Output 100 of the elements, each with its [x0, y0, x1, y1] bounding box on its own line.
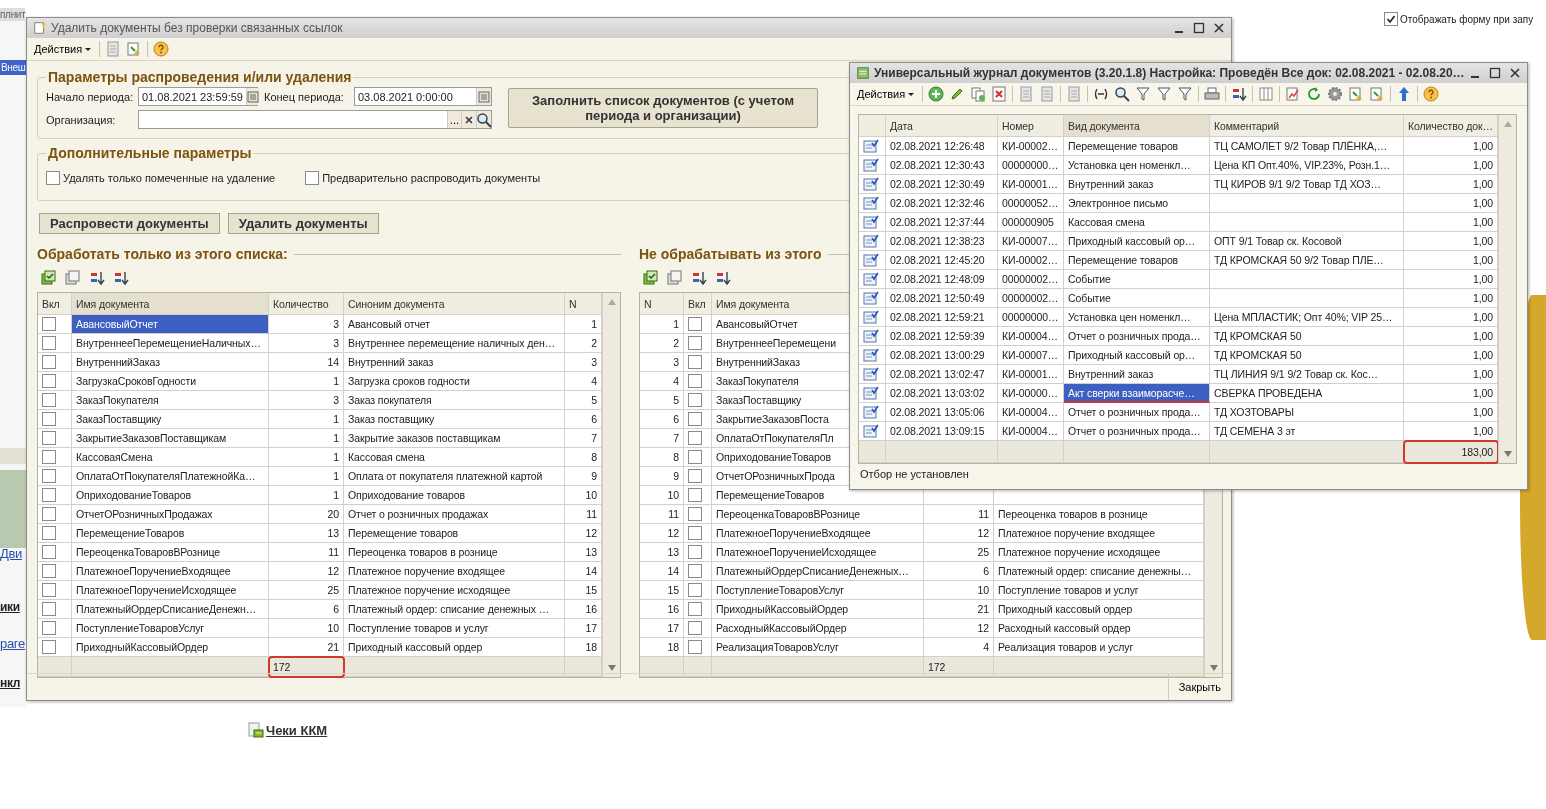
table-cell: Платежное поручение входящее	[344, 562, 565, 581]
table-cell: КИ-00002…	[998, 137, 1064, 156]
table-cell: 000000905	[998, 213, 1064, 232]
table-cell: Приходный кассовый ордер	[994, 600, 1204, 619]
table-cell: ТЦ ЛИНИЯ 9/1 9/2 Товар ск. Кос…	[1210, 365, 1404, 384]
table-cell: ПлатежныйОрдерСписаниеДенежных…	[712, 562, 924, 581]
table-cell: Авансовый отчет	[344, 315, 565, 334]
table-cell: 10	[640, 486, 684, 505]
table-cell: 8	[640, 448, 684, 467]
table-cell: РасходныйКассовыйОрдер	[712, 619, 924, 638]
table-cell: КИ-00004…	[998, 403, 1064, 422]
window-title: Удалить документы без проверки связанных ссылок	[51, 21, 344, 35]
table-cell: 21	[924, 600, 994, 619]
table-cell: 17	[640, 619, 684, 638]
table-cell: ТД ХОЗТОВАРЫ	[1210, 403, 1404, 422]
table-cell: 11	[924, 505, 994, 524]
table-cell: Расходный кассовый ордер	[994, 619, 1204, 638]
checkbox-label: Удалять только помеченные на удаление	[63, 172, 276, 184]
table-cell: Цена МПЛАСТИК; Опт 40%; VIP 25…	[1210, 308, 1404, 327]
table-cell: 183,00	[1404, 441, 1498, 463]
table-cell: КИ-00004…	[998, 327, 1064, 346]
table-cell: 12	[924, 524, 994, 543]
table-cell: Платежное поручение исходящее	[344, 581, 565, 600]
table-cell: Платежное поручение исходящее	[994, 543, 1204, 562]
table-cell: Переоценка товаров в рознице	[994, 505, 1204, 524]
table-cell: 02.08.2021 12:59:39	[886, 327, 998, 346]
group-title: Параметры распроведения и/или удаления	[47, 69, 353, 85]
checkbox-label: Отображать форму при запу	[1400, 13, 1534, 25]
field-label: Организация:	[46, 113, 117, 126]
table-cell: КИ-00001…	[998, 175, 1064, 194]
table-cell: 6	[924, 562, 994, 581]
table-cell: Поступление товаров и услуг	[344, 619, 565, 638]
table-cell: 11	[640, 505, 684, 524]
table-cell: ПлатежноеПоручениеИсходящее	[712, 543, 924, 562]
table-cell: КИ-00007…	[998, 232, 1064, 251]
table-cell: 4	[640, 372, 684, 391]
table-cell: 6	[269, 600, 344, 619]
table-cell: Платежный ордер: списание денежных …	[344, 600, 565, 619]
table-cell: 11	[269, 543, 344, 562]
table-cell: Загрузка сроков годности	[344, 372, 565, 391]
table-cell: 25	[269, 581, 344, 600]
table-cell: Поступление товаров и услуг	[994, 581, 1204, 600]
table-cell: 02.08.2021 13:05:06	[886, 403, 998, 422]
table-cell: Оприходование товаров	[344, 486, 565, 505]
table-cell: 02.08.2021 12:26:48	[886, 137, 998, 156]
window-title: Универсальный журнал документов (3.20.1.8) Настройка: Проведён Все док: 02.08.2021 - 02.08.20…	[874, 66, 1465, 80]
table-cell: 1	[269, 467, 344, 486]
table-cell: 3	[269, 334, 344, 353]
table-cell: 21	[269, 638, 344, 657]
table-cell: 15	[640, 581, 684, 600]
table-cell: Платежный ордер: списание денежны…	[994, 562, 1204, 581]
table-cell: 10	[269, 619, 344, 638]
table-cell: ТЦ САМОЛЕТ 9/2 Товар ПЛЁНКА,…	[1210, 137, 1404, 156]
table-cell: 02.08.2021 12:59:21	[886, 308, 998, 327]
table-cell: 1	[640, 315, 684, 334]
table-cell: СВЕРКА ПРОВЕДЕНА	[1210, 384, 1404, 403]
table-cell: ПлатежноеПоручениеВходящее	[712, 524, 924, 543]
table-cell: Цена КП Опт.40%, VIP.23%, Розн.1…	[1210, 156, 1404, 175]
table-cell: Внутреннее перемещение наличных ден…	[344, 334, 565, 353]
table-cell: 00000002…	[998, 289, 1064, 308]
table-cell: ПриходныйКассовыйОрдер	[712, 600, 924, 619]
field-label: Конец периода:	[263, 90, 345, 103]
table-cell: Заказ поставщику	[344, 410, 565, 429]
table-cell: 02.08.2021 12:30:43	[886, 156, 998, 175]
table-cell: ПереоценкаТоваровВРознице	[712, 505, 924, 524]
table-cell: Отчет о розничных продажах	[344, 505, 565, 524]
window-title: плнит	[0, 8, 26, 21]
table-cell: 12	[269, 562, 344, 581]
table-cell: 02.08.2021 12:45:20	[886, 251, 998, 270]
table-cell: 7	[640, 429, 684, 448]
table-cell: 00000000…	[998, 308, 1064, 327]
table-cell: 3	[269, 391, 344, 410]
table-cell: 1	[269, 486, 344, 505]
field-label: Начало периода:	[46, 90, 135, 103]
table-cell: КИ-00001…	[998, 365, 1064, 384]
table-cell: ТЦ КИРОВ 9/1 9/2 Товар ТД ХОЗ…	[1210, 175, 1404, 194]
table-cell: Оплата от покупателя платежной картой	[344, 467, 565, 486]
table-cell: ТД КРОМСКАЯ 50 9/2 Товар ПЛЕ…	[1210, 251, 1404, 270]
checkbox-label: Предварительно распроводить документы	[322, 172, 541, 184]
table-cell: 00000000…	[998, 156, 1064, 175]
table-cell: 1	[269, 410, 344, 429]
table-cell: Заказ покупателя	[344, 391, 565, 410]
list-title: Обработать только из этого списка:	[37, 246, 288, 262]
table-cell: 02.08.2021 12:48:09	[886, 270, 998, 289]
table-cell: 14	[640, 562, 684, 581]
table-cell: Переоценка товаров в рознице	[344, 543, 565, 562]
table-cell: 02.08.2021 12:37:44	[886, 213, 998, 232]
table-cell: 3	[269, 315, 344, 334]
table-cell: 02.08.2021 13:03:02	[886, 384, 998, 403]
table-cell: 3	[640, 353, 684, 372]
table-cell: 02.08.2021 13:02:47	[886, 365, 998, 384]
table-cell: Кассовая смена	[344, 448, 565, 467]
table-cell: 9	[640, 467, 684, 486]
table-cell: 25	[924, 543, 994, 562]
table-cell: 1	[269, 372, 344, 391]
table-cell: Платежное поручение входящее	[994, 524, 1204, 543]
table-cell: 14	[269, 353, 344, 372]
table-cell: 172	[924, 657, 994, 677]
table-cell: ПоступлениеТоваровУслуг	[712, 581, 924, 600]
table-cell: 1	[269, 429, 344, 448]
